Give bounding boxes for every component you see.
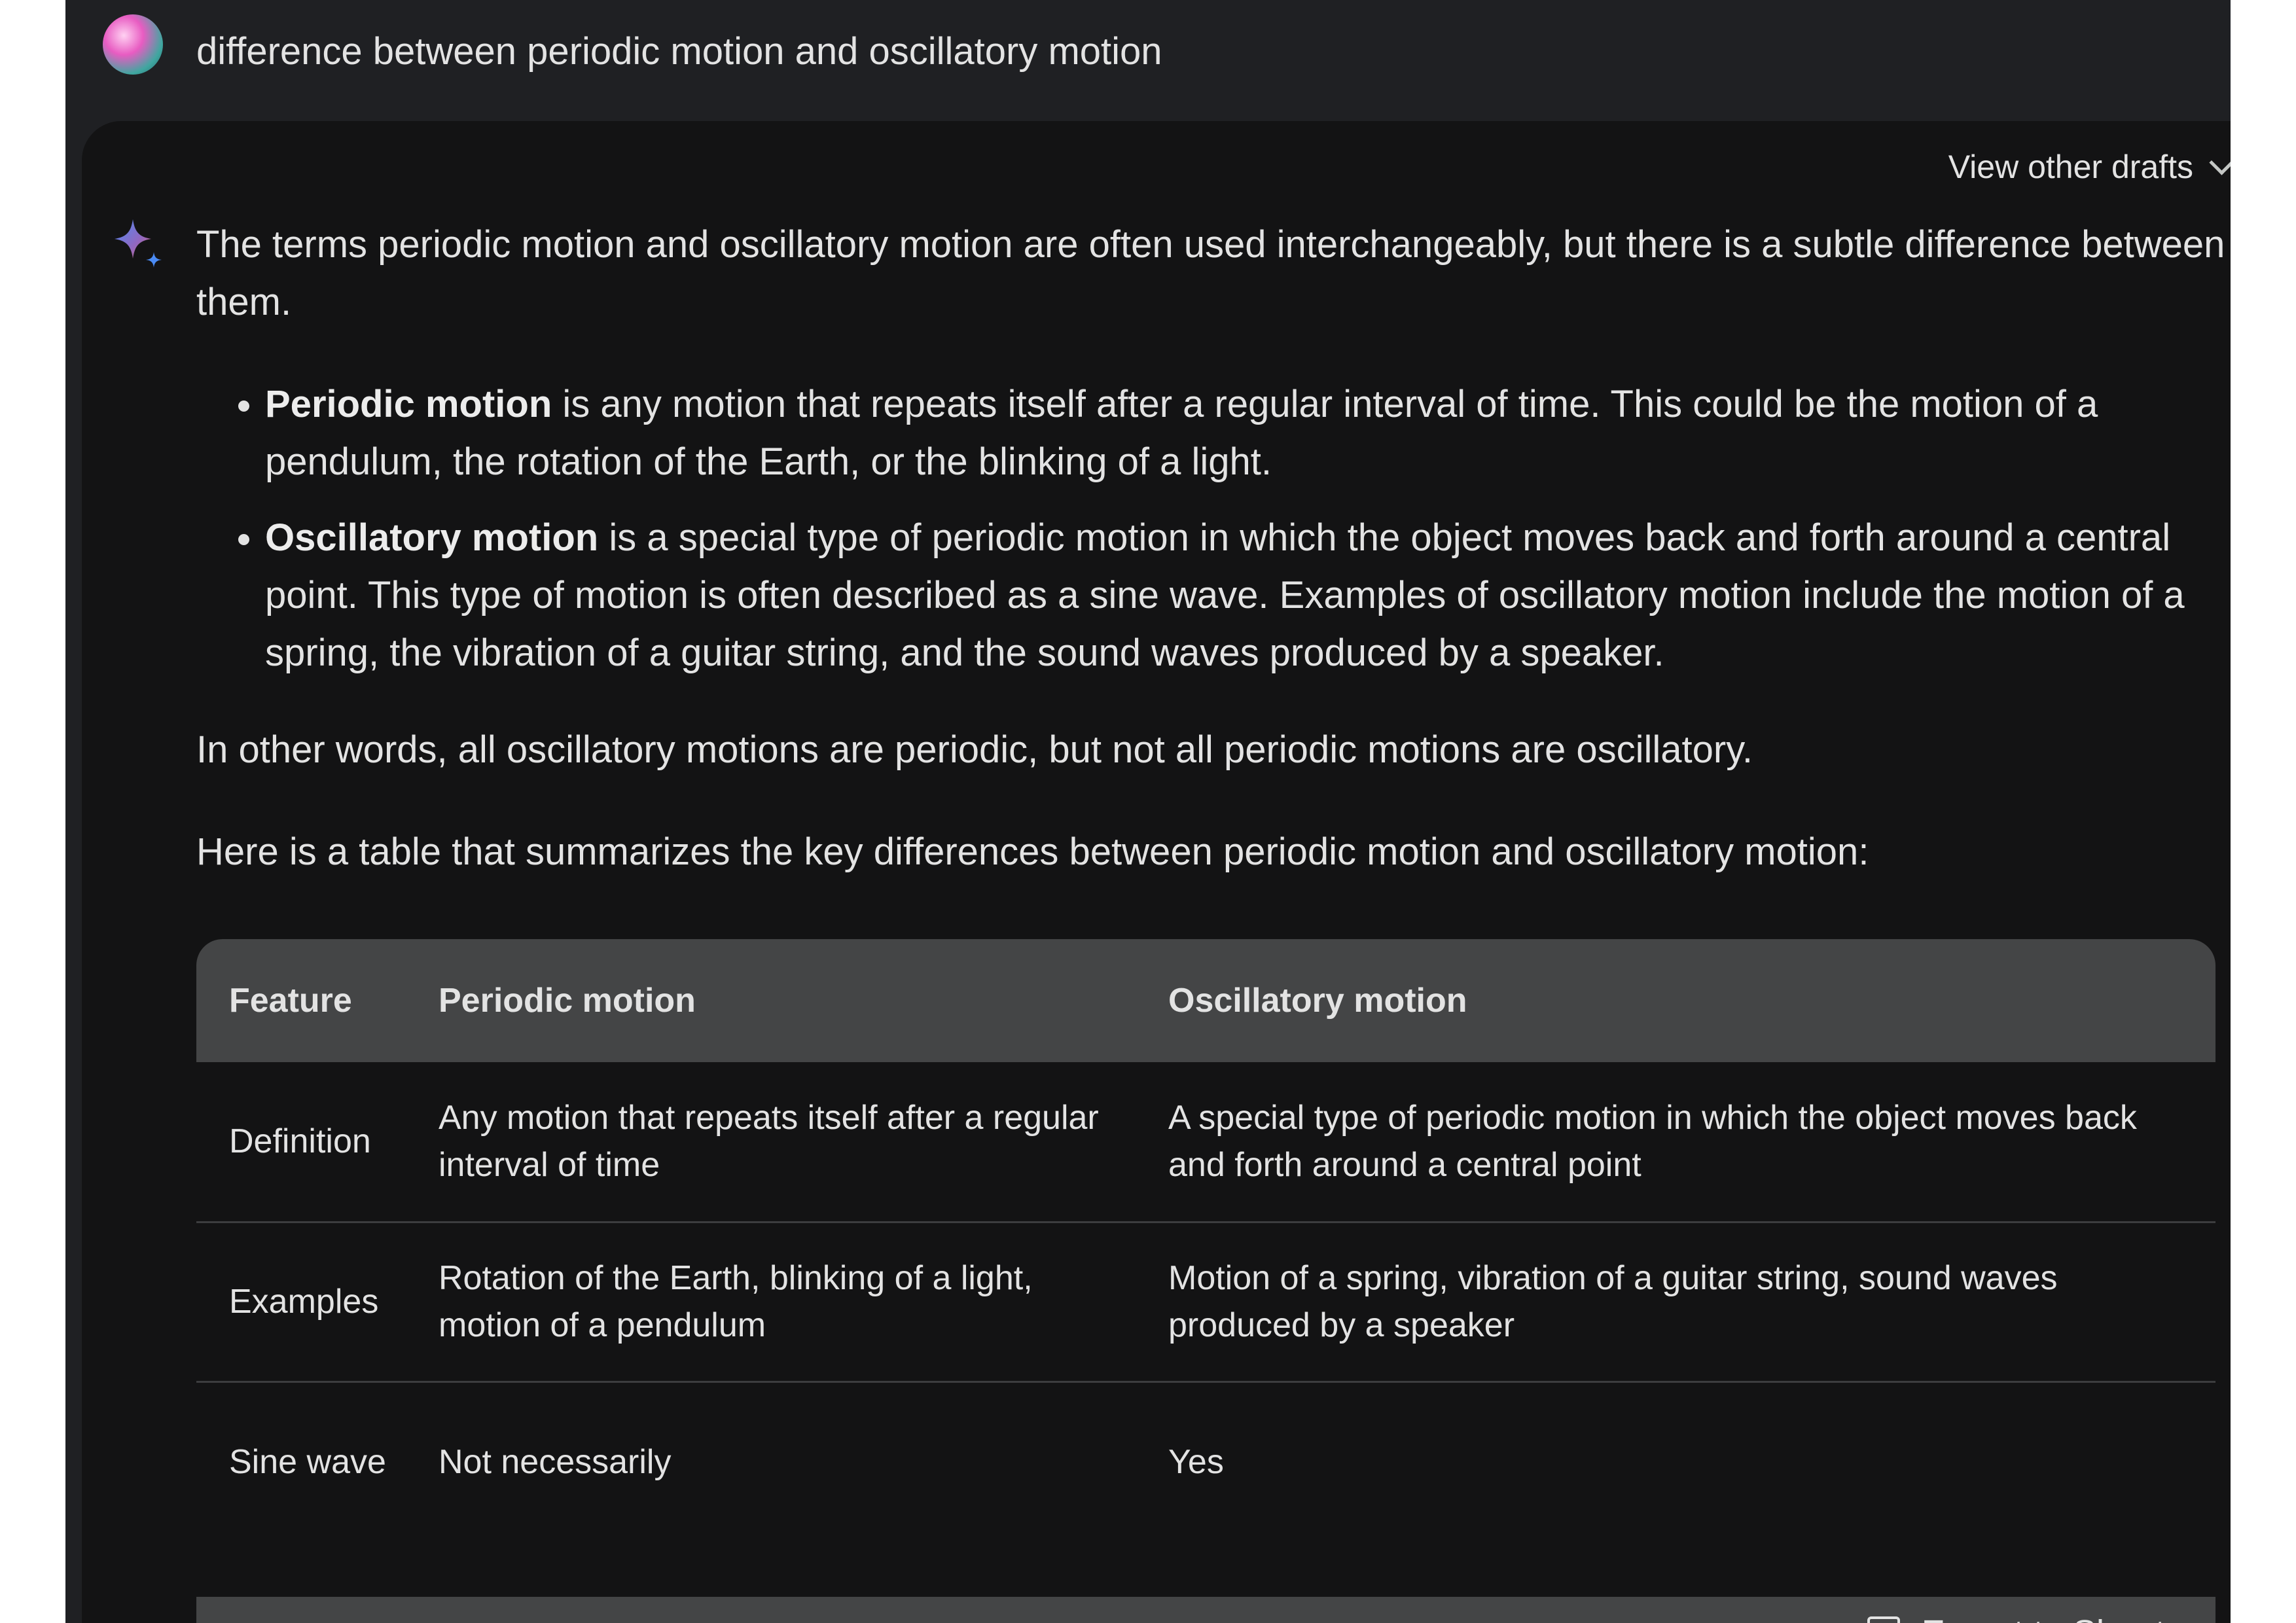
- user-avatar: [103, 14, 163, 75]
- table-intro-paragraph: Here is a table that summarizes the key …: [196, 830, 1869, 873]
- comparison-table: Feature Periodic motion Oscillatory moti…: [196, 939, 2215, 1541]
- list-item: Periodic motion is any motion that repea…: [265, 376, 2225, 491]
- comparison-table-container: Feature Periodic motion Oscillatory moti…: [196, 939, 2215, 1623]
- prompt-bar: difference between periodic motion and o…: [65, 0, 2231, 121]
- prompt-text: difference between periodic motion and o…: [196, 30, 1162, 73]
- drafts-label: View other drafts: [1948, 149, 2193, 185]
- view-other-drafts-button[interactable]: View other drafts: [1948, 144, 2231, 190]
- table-row: Sine wave Not necessarily Yes: [196, 1382, 2215, 1541]
- table-row: Examples Rotation of the Earth, blinking…: [196, 1222, 2215, 1382]
- point-term: Oscillatory motion: [265, 516, 599, 559]
- table-header-cell: Oscillatory motion: [1168, 982, 1467, 1020]
- table-cell: A special type of periodic motion in whi…: [1168, 1099, 2137, 1185]
- table-cell: Sine wave: [229, 1442, 386, 1481]
- table-header-row: Feature Periodic motion Oscillatory moti…: [196, 939, 2215, 1062]
- intro-paragraph: The terms periodic motion and oscillator…: [196, 223, 2225, 323]
- gemini-sparkle-icon: [115, 219, 162, 268]
- table-cell: Examples: [229, 1283, 379, 1321]
- app-frame: difference between periodic motion and o…: [65, 0, 2231, 1623]
- chevron-down-icon: [2209, 149, 2231, 175]
- table-header-cell: Periodic motion: [439, 982, 696, 1020]
- table-cell: Rotation of the Earth, blinking of a lig…: [439, 1259, 1033, 1344]
- table-sheet-icon: [1867, 1616, 1900, 1623]
- point-term: Periodic motion: [265, 383, 552, 425]
- response-text: The terms periodic motion and oscillator…: [196, 216, 2225, 881]
- table-cell: Definition: [229, 1122, 371, 1161]
- table-cell: Motion of a spring, vibration of a guita…: [1168, 1259, 2058, 1344]
- table-cell: Any motion that repeats itself after a r…: [439, 1099, 1099, 1185]
- export-label: Export to Sheets: [1922, 1609, 2183, 1623]
- list-item: Oscillatory motion is a special type of …: [265, 509, 2225, 682]
- table-header-cell: Feature: [229, 982, 352, 1020]
- response-card: View other drafts The terms periodic mot…: [82, 121, 2231, 1623]
- table-cell: Not necessarily: [439, 1442, 672, 1481]
- table-row: Definition Any motion that repeats itsel…: [196, 1062, 2215, 1222]
- export-to-sheets-button[interactable]: Export to Sheets: [1867, 1609, 2183, 1623]
- summary-paragraph: In other words, all oscillatory motions …: [196, 728, 1753, 771]
- points-list: Periodic motion is any motion that repea…: [196, 376, 2225, 682]
- table-cell: Yes: [1168, 1442, 1224, 1481]
- table-footer: Export to Sheets: [196, 1597, 2215, 1623]
